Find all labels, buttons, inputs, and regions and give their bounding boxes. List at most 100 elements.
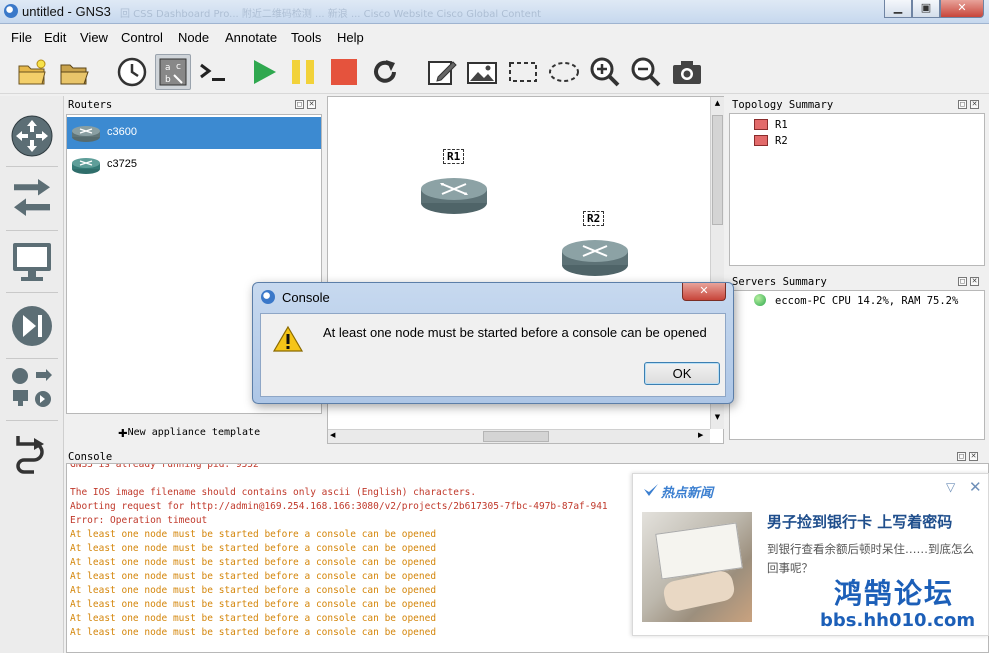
servers-summary-panel: Servers Summary ◻ ✕ eccom-PC CPU 14.2%, …	[729, 272, 989, 442]
screenshot-icon[interactable]	[671, 56, 703, 88]
forum-watermark: 鸿鹄论坛 bbs.hh010.com	[820, 578, 975, 632]
node-label-r1[interactable]: R1	[443, 149, 465, 164]
warning-icon	[273, 325, 303, 352]
title-bar: untitled - GNS3 回 CSS Dashboard Pro... 附…	[0, 0, 989, 24]
window-title: untitled - GNS3	[22, 4, 111, 19]
dialog-body: At least one node must be started before…	[260, 313, 726, 397]
svg-text:b: b	[165, 75, 171, 85]
draw-ellipse-icon[interactable]	[548, 56, 580, 88]
menu-view[interactable]: View	[80, 30, 108, 45]
node-stopped-icon	[754, 135, 768, 146]
menu-file[interactable]: File	[11, 30, 32, 45]
console-line: At least one node must be started before…	[70, 627, 437, 638]
close-panel-button[interactable]: ✕	[970, 100, 979, 109]
svg-text:c: c	[176, 62, 181, 72]
dialog-title: Console	[282, 290, 330, 305]
reload-icon[interactable]	[369, 56, 401, 88]
router-icon	[72, 158, 100, 174]
close-button[interactable]: ✕	[940, 0, 984, 18]
news-header: 热点新闻	[661, 486, 714, 501]
server-status-text[interactable]: eccom-PC CPU 14.2%, RAM 75.2%	[775, 295, 958, 307]
topology-item-r2[interactable]: R2	[775, 135, 788, 147]
topology-summary-title: Topology Summary	[732, 99, 834, 111]
router-item-c3600[interactable]: c3600	[67, 117, 321, 149]
topology-summary-list: R1 R2	[729, 113, 985, 266]
new-appliance-template-button[interactable]: ✚New appliance template	[118, 422, 260, 441]
ok-button[interactable]: OK	[644, 362, 720, 385]
zoom-out-icon[interactable]	[630, 56, 662, 88]
suspend-icon[interactable]	[287, 56, 319, 88]
float-panel-button[interactable]: ◻	[295, 100, 304, 109]
console-line: At least one node must be started before…	[70, 585, 437, 596]
close-panel-button[interactable]: ✕	[307, 100, 316, 109]
console-all-icon[interactable]	[197, 56, 229, 88]
news-close-icon[interactable]: ✕	[969, 478, 982, 496]
server-online-icon	[754, 294, 766, 306]
device-type-dock	[0, 96, 64, 653]
collapse-icon[interactable]: ▽	[946, 480, 955, 494]
news-headline[interactable]: 男子捡到银行卡 上写着密码	[767, 511, 952, 532]
background-browser-tabs: 回 CSS Dashboard Pro... 附近二维码检测 ... 新浪 ..…	[120, 9, 542, 20]
close-panel-button[interactable]: ✕	[970, 277, 979, 286]
close-panel-button[interactable]: ✕	[969, 452, 978, 461]
news-summary: 到银行查看余额后顿时呆住……到底怎么回事呢？	[767, 542, 974, 575]
menu-control[interactable]: Control	[121, 30, 163, 45]
menu-bar: File Edit View Control Node Annotate Too…	[0, 26, 989, 48]
end-devices-category-icon[interactable]	[10, 240, 54, 284]
console-line: At least one node must be started before…	[70, 543, 437, 554]
open-folder-icon[interactable]	[58, 56, 90, 88]
menu-node[interactable]: Node	[178, 30, 209, 45]
console-line: At least one node must be started before…	[70, 613, 437, 624]
snapshot-clock-icon[interactable]	[116, 56, 148, 88]
routers-category-icon[interactable]	[10, 114, 54, 158]
console-error-dialog: Console ✕ At least one node must be star…	[252, 282, 734, 404]
insert-picture-icon[interactable]	[466, 56, 498, 88]
float-panel-button[interactable]: ◻	[957, 452, 966, 461]
news-thumbnail[interactable]	[642, 512, 752, 622]
router-icon	[72, 126, 100, 142]
add-note-icon[interactable]	[426, 56, 458, 88]
draw-rectangle-icon[interactable]	[507, 56, 539, 88]
router-item-label: c3600	[107, 126, 137, 138]
gns3-app-icon	[261, 290, 275, 304]
toolbar: acb	[0, 48, 989, 94]
node-stopped-icon	[754, 119, 768, 130]
menu-tools[interactable]: Tools	[291, 30, 321, 45]
switches-category-icon[interactable]	[10, 178, 54, 222]
menu-help[interactable]: Help	[337, 30, 364, 45]
float-panel-button[interactable]: ◻	[958, 277, 967, 286]
console-line: GNS3 is already running pid: 9552	[70, 463, 259, 470]
console-line: At least one node must be started before…	[70, 571, 437, 582]
router-item-c3725[interactable]: c3725	[67, 149, 321, 181]
router-item-label: c3725	[107, 158, 137, 170]
canvas-horizontal-scrollbar[interactable]: ◀ ▶	[328, 429, 710, 443]
show-interface-labels-icon[interactable]: acb	[155, 54, 191, 90]
svg-text:a: a	[165, 63, 171, 73]
maximize-button[interactable]: ▣	[912, 0, 940, 18]
add-link-icon[interactable]	[10, 432, 54, 476]
node-label-r2[interactable]: R2	[583, 211, 605, 226]
all-devices-category-icon[interactable]	[10, 366, 54, 410]
router-node-r2[interactable]	[561, 233, 629, 279]
menu-edit[interactable]: Edit	[44, 30, 66, 45]
console-line: The IOS image filename should contains o…	[70, 487, 477, 498]
topology-item-r1[interactable]: R1	[775, 119, 788, 131]
security-devices-category-icon[interactable]	[10, 304, 54, 348]
stop-icon[interactable]	[328, 56, 360, 88]
router-node-r1[interactable]	[420, 171, 488, 217]
dialog-close-button[interactable]: ✕	[682, 283, 726, 301]
console-line: Error: Operation timeout	[70, 515, 208, 526]
topology-summary-panel: Topology Summary ◻ ✕ R1 R2	[729, 96, 989, 274]
checkmark-logo-icon	[644, 484, 658, 496]
gns3-app-icon	[4, 4, 18, 18]
menu-annotate[interactable]: Annotate	[225, 30, 277, 45]
console-line: Aborting request for http://admin@169.25…	[70, 501, 608, 512]
start-icon[interactable]	[248, 56, 280, 88]
plus-icon: ✚	[118, 422, 128, 441]
watermark-url: bbs.hh010.com	[820, 610, 976, 631]
minimize-button[interactable]: ▁	[884, 0, 912, 18]
zoom-in-icon[interactable]	[589, 56, 621, 88]
open-project-icon[interactable]	[16, 56, 48, 88]
float-panel-button[interactable]: ◻	[958, 100, 967, 109]
new-appliance-template-label: New appliance template	[127, 427, 261, 438]
